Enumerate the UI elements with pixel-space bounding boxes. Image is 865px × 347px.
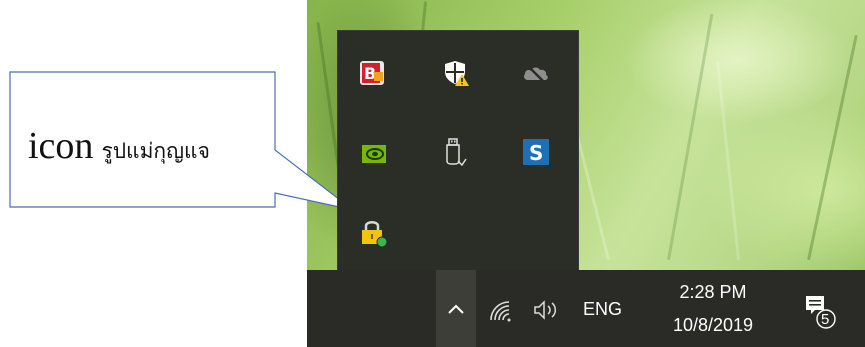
clock-time: 2:28 PM (679, 282, 747, 302)
volume-icon[interactable] (533, 299, 563, 325)
wifi-icon[interactable] (489, 300, 515, 326)
callout-box (9, 71, 340, 208)
onedrive-offline-icon[interactable] (514, 51, 558, 95)
bitdefender-icon[interactable]: B (350, 51, 394, 95)
svg-text:S: S (529, 141, 543, 165)
clock[interactable]: 2:28 PM 10/8/2019 (652, 276, 762, 344)
callout-label-prefix: icon (28, 125, 94, 167)
usb-safely-remove-icon[interactable] (434, 130, 478, 174)
callout-label-thai: รูปแม่กุญแจ (101, 139, 210, 163)
s-app-icon[interactable]: S (514, 130, 558, 174)
lock-green-icon[interactable] (352, 211, 396, 255)
tray-overflow-popup: B S (337, 30, 579, 272)
language-indicator[interactable]: ENG (583, 299, 622, 320)
notification-count-badge: 5 (821, 311, 830, 328)
callout-label: icon รูปแม่กุญแจ (28, 124, 210, 168)
nvidia-icon[interactable] (352, 132, 396, 176)
windows-security-warning-icon[interactable] (434, 51, 478, 95)
taskbar: ENG 2:28 PM 10/8/2019 5 (307, 270, 865, 347)
chevron-up-icon (448, 304, 464, 314)
action-center-button[interactable]: 5 (803, 294, 843, 334)
show-hidden-icons-button[interactable] (436, 270, 476, 347)
clock-date: 10/8/2019 (672, 315, 754, 335)
